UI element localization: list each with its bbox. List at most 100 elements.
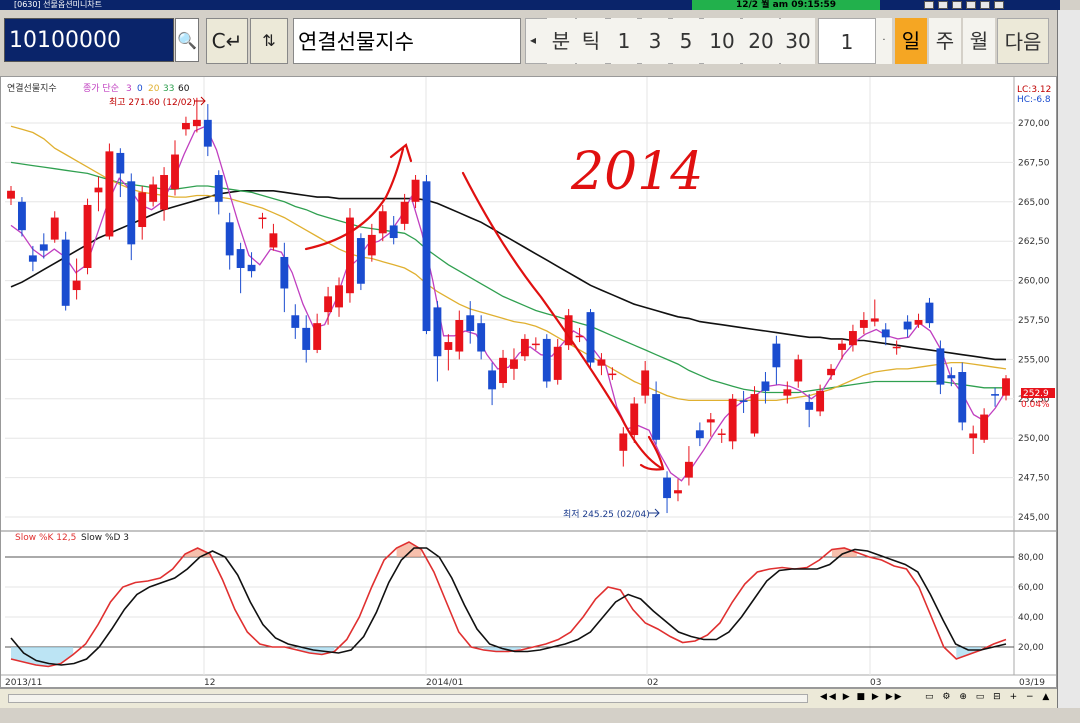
candle-up <box>520 338 529 357</box>
tool-icon[interactable]: ▭ <box>925 692 937 702</box>
updown-icon: ⇅ <box>262 31 276 50</box>
code-search-button[interactable]: 🔍 <box>175 18 199 62</box>
candle-up <box>499 357 507 384</box>
mode-button-tick[interactable]: 틱 <box>577 18 605 64</box>
scroll-track[interactable] <box>8 694 808 703</box>
candle-up <box>553 346 562 380</box>
candle-down <box>302 327 311 350</box>
stop-icon[interactable]: ■ <box>857 692 868 702</box>
next-button[interactable]: 다음 <box>997 18 1049 64</box>
candle-up <box>138 192 147 228</box>
candle-up <box>531 343 540 346</box>
zoom-out-icon[interactable]: − <box>1026 692 1037 702</box>
candle-up <box>717 433 726 435</box>
next-icon[interactable]: ▶ <box>872 692 881 702</box>
candle-up <box>728 398 737 442</box>
mode-button-20[interactable]: 20 <box>743 18 779 64</box>
pin-icon[interactable] <box>952 1 962 9</box>
clock-text: 12/2 월 am 09:15:59 <box>736 0 836 10</box>
settings-icon[interactable] <box>966 1 976 9</box>
mode-button-5[interactable]: 5 <box>673 18 699 64</box>
period-button-month[interactable]: 월 <box>963 18 995 64</box>
candle-up <box>335 285 343 308</box>
candle-up <box>794 359 803 382</box>
x-label-03-19: 03/19 <box>1019 678 1045 687</box>
mode-button-min[interactable]: 분 <box>547 18 575 64</box>
dropdown-icon: · <box>882 35 886 46</box>
price-tag-value: 252.9 <box>1023 389 1049 399</box>
candle-up <box>149 184 158 202</box>
candle-down <box>958 372 967 423</box>
overbought-shade <box>396 542 422 557</box>
candle-down <box>936 348 945 385</box>
period-button-week[interactable]: 주 <box>929 18 961 64</box>
candle-down <box>805 401 814 410</box>
chart-scrollbar[interactable]: ◀◀ ▶ ■ ▶ ▶▶ ▭ ⚙ ⊕ ▭ ⊟ + − ▲ <box>0 688 1057 709</box>
mode-button-3[interactable]: 3 <box>642 18 668 64</box>
stoch-k-label: Slow %K 12,5 <box>15 533 76 543</box>
mode-scroll-icon[interactable]: ◂ <box>530 33 536 47</box>
candle-up <box>608 373 617 376</box>
candle-down <box>127 181 136 245</box>
handwritten-annotations: 2014 <box>304 142 703 471</box>
candle-up <box>684 461 693 478</box>
price-grid: 270,00 267,50 265,00 262,50 260,00 257,50 255,… <box>1 77 1056 676</box>
candle-down <box>925 302 934 324</box>
count-field[interactable]: 1 <box>818 18 876 64</box>
code-input[interactable]: 10100000 <box>4 18 174 62</box>
first-page-icon[interactable]: ◀◀ <box>820 692 838 702</box>
tool-icon[interactable]: ⊕ <box>959 692 970 702</box>
tool-icon[interactable]: ▭ <box>976 692 988 702</box>
tool-icon[interactable]: ⚙ <box>942 692 953 702</box>
candle-up <box>750 394 759 434</box>
arrow-right-icon[interactable]: ▲ <box>1042 692 1052 702</box>
candle-up <box>455 320 464 352</box>
candle-up <box>192 119 201 127</box>
mode-button-10[interactable]: 10 <box>704 18 740 64</box>
chart-panel[interactable]: 270,00 267,50 265,00 262,50 260,00 257,50 255,… <box>0 76 1057 688</box>
low-marker-icon <box>649 508 660 518</box>
candle-up <box>182 123 190 130</box>
x-label-2013-11: 2013/11 <box>5 678 42 687</box>
candle-up <box>706 419 715 423</box>
link-button[interactable]: C↵ <box>206 18 248 64</box>
candlesticks <box>7 97 1010 514</box>
updown-button[interactable]: ⇅ <box>250 18 288 64</box>
y-tick-label: 245,00 <box>1018 513 1050 523</box>
last-page-icon[interactable]: ▶▶ <box>886 692 904 702</box>
candle-down <box>903 321 912 330</box>
hand-year-2014: 2014 <box>570 142 703 202</box>
candle-up <box>444 342 453 350</box>
play-icon[interactable]: ▶ <box>843 692 852 702</box>
mode-button-1[interactable]: 1 <box>611 18 637 64</box>
stochastic-lines <box>10 541 1007 668</box>
y-tick-label: 265,00 <box>1018 198 1050 208</box>
candle-up <box>258 217 267 220</box>
candle-down <box>356 238 365 284</box>
candle-up <box>346 217 354 294</box>
x-axis: 2013/11 12 2014/01 02 03 03/19 <box>5 678 1045 687</box>
period-button-day[interactable]: 일 <box>895 18 927 64</box>
restore-icon[interactable] <box>938 1 948 9</box>
candle-up <box>269 233 278 248</box>
candle-down <box>947 375 956 379</box>
help-icon[interactable] <box>980 1 990 9</box>
close-icon[interactable] <box>994 1 1004 9</box>
mode-button-30[interactable]: 30 <box>781 18 815 64</box>
zoom-in-icon[interactable]: + <box>1010 692 1021 702</box>
candle-up <box>859 320 868 328</box>
minimize-icon[interactable] <box>924 1 934 9</box>
count-dropdown[interactable]: · <box>876 18 892 64</box>
candle-up <box>83 204 92 268</box>
candle-up <box>313 323 322 350</box>
legend-title: 연결선물지수 <box>7 83 57 94</box>
price-chart[interactable]: 270,00 267,50 265,00 262,50 260,00 257,50 255,… <box>1 77 1056 687</box>
tool-icon[interactable]: ⊟ <box>993 692 1004 702</box>
candle-up <box>105 151 114 237</box>
instrument-name: 연결선물지수 <box>293 18 521 64</box>
candle-down <box>991 394 1000 396</box>
candle-down <box>739 400 748 402</box>
candle-up <box>827 368 835 376</box>
candle-up <box>94 187 103 193</box>
link-icon: C↵ <box>211 29 243 53</box>
